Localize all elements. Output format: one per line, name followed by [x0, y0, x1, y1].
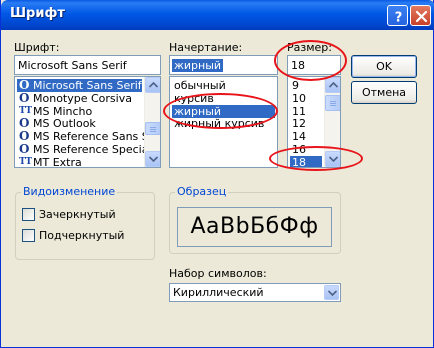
effects-group-title: Видоизменение [21, 185, 118, 198]
size-item-label: 9 [292, 79, 299, 92]
size-list-item[interactable]: 11 [290, 105, 322, 118]
strikeout-checkbox[interactable] [22, 208, 35, 221]
style-item-label: обычный [174, 79, 226, 92]
size-item-label: 12 [292, 117, 306, 131]
close-button[interactable] [410, 5, 431, 26]
window-title: Шрифт [10, 6, 65, 21]
cancel-button[interactable]: Отмена [351, 81, 417, 104]
svg-text:?: ? [395, 11, 403, 26]
thumb-grip [150, 131, 156, 132]
close-icon [415, 10, 428, 23]
font-list-item[interactable]: O MS Reference Specia [17, 142, 148, 157]
strikeout-label[interactable]: Зачеркнутый [39, 208, 116, 221]
ok-button[interactable]: OK [351, 55, 417, 78]
scroll-thumb[interactable] [145, 122, 160, 135]
size-field-annotation [274, 40, 347, 81]
font-label: Шрифт: [14, 41, 60, 54]
font-dialog: Шрифт ? Шрифт: Microsoft Sans Serif O Mic… [0, 0, 434, 348]
font-list-item[interactable]: O MS Reference Sans S [17, 130, 149, 144]
sample-preview: AaBbБбФф [177, 207, 332, 247]
arrow-down-icon [149, 156, 158, 162]
size-item-label: 11 [292, 104, 306, 118]
size-list-item[interactable]: 9 [290, 79, 322, 92]
scroll-up-button[interactable] [145, 77, 160, 93]
font-item-label: Monotype Corsiva [33, 91, 132, 105]
font-item-label: MS Outlook [33, 117, 96, 131]
font-item-label: MS Reference Specia [33, 143, 149, 156]
script-label: Набор символов: [169, 267, 267, 280]
font-list-item[interactable]: O Monotype Corsiva [17, 90, 142, 105]
question-mark-icon: ? [395, 11, 403, 26]
underline-checkbox[interactable] [22, 229, 35, 242]
size-item-label: 10 [292, 91, 306, 105]
font-name-value: Microsoft Sans Serif [18, 59, 127, 72]
truetype-icon: TT [19, 156, 33, 167]
font-list-item[interactable]: O Microsoft Sans Serif [17, 79, 142, 92]
size-list-item[interactable]: 12 [290, 117, 322, 130]
effects-group [15, 192, 155, 260]
script-dropdown-button[interactable] [324, 285, 339, 300]
scroll-thumb[interactable] [325, 95, 340, 111]
script-value: Кириллический [173, 286, 264, 299]
font-item-label: MS Mincho [33, 104, 93, 118]
font-item-label: Microsoft Sans Serif [33, 79, 142, 92]
arrow-up-icon [149, 82, 158, 88]
scroll-down-button[interactable] [145, 151, 160, 167]
title-bar[interactable]: Шрифт ? [1, 0, 434, 30]
thumb-grip [150, 127, 156, 128]
font-list-item[interactable]: TT MT Extra [17, 155, 142, 168]
font-list[interactable]: O Microsoft Sans Serif O Monotype Corsiva TT… [14, 76, 161, 168]
bold-style-annotation [163, 93, 278, 129]
font-list-scrollbar[interactable] [144, 77, 160, 167]
thumb-grip [330, 103, 336, 104]
chevron-down-icon [328, 290, 337, 296]
size-list-item[interactable]: 14 [290, 130, 322, 143]
opentype-icon: O [19, 90, 30, 105]
font-item-label: MS Reference Sans S [33, 130, 149, 144]
thumb-grip [150, 129, 156, 130]
font-list-item[interactable]: O MS Outlook [17, 117, 142, 131]
scroll-up-button[interactable] [325, 77, 340, 93]
thumb-grip [330, 105, 336, 106]
help-button[interactable]: ? [387, 5, 408, 26]
opentype-icon: O [19, 142, 30, 156]
underline-label[interactable]: Подчеркнутый [39, 229, 124, 242]
size-18-annotation [269, 146, 363, 171]
style-input[interactable]: жирный [169, 55, 278, 75]
font-list-item[interactable]: TT MS Mincho [17, 105, 142, 118]
style-value: жирный [172, 59, 224, 72]
script-select[interactable]: Кириллический [169, 283, 341, 302]
size-list-item[interactable]: 10 [290, 92, 322, 105]
style-list-item[interactable]: обычный [172, 79, 275, 92]
style-label: Начертание: [169, 41, 243, 54]
thumb-grip [330, 101, 336, 102]
sample-text: AaBbБбФф [190, 214, 319, 239]
font-name-input[interactable]: Microsoft Sans Serif [14, 55, 161, 75]
arrow-up-icon [329, 82, 338, 88]
size-item-label: 14 [292, 130, 306, 144]
sample-group-title: Образец [175, 185, 229, 198]
font-item-label: MT Extra [33, 155, 82, 168]
